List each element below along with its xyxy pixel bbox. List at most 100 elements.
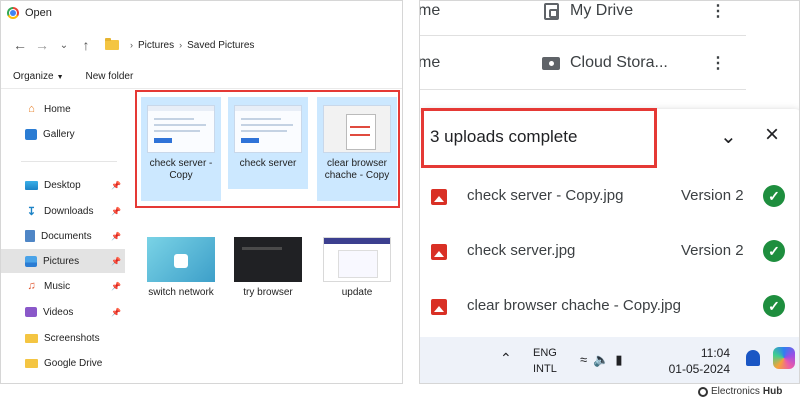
watermark-prefix: Electronics — [711, 386, 760, 397]
up-arrow-icon[interactable]: ↑ — [75, 34, 97, 56]
upload-version: Version 2 — [681, 187, 744, 204]
truncated-text: me — [419, 54, 441, 71]
download-icon: ↧ — [26, 205, 37, 218]
sidebar-item-google-drive[interactable]: Google Drive — [1, 351, 125, 375]
navigation-pane: ⌂ Home Gallery Desktop 📌 ↧ Downloads 📌 D… — [1, 93, 125, 383]
breadcrumb-separator-icon: › — [179, 40, 183, 50]
battery-icon: ▮ — [615, 352, 623, 367]
organize-button[interactable]: Organize ▼ — [13, 71, 64, 82]
cloud-storage-icon — [542, 54, 560, 72]
image-file-icon — [431, 299, 447, 315]
language-code: ENG — [533, 347, 557, 359]
dialog-titlebar: Open — [1, 1, 402, 25]
drive-row-cloud-storage[interactable]: me Cloud Stora... ⋮ — [420, 37, 799, 89]
pin-icon: 📌 — [111, 281, 121, 291]
my-drive-icon — [542, 2, 560, 20]
file-tile-update[interactable]: update — [317, 229, 397, 299]
copilot-icon[interactable] — [773, 347, 795, 369]
drive-row-label: Cloud Stora... — [570, 54, 668, 71]
sidebar-item-label: Home — [44, 103, 71, 115]
sidebar-item-label: Pictures — [43, 255, 80, 267]
sidebar-item-desktop[interactable]: Desktop 📌 — [1, 173, 125, 197]
notification-bell-icon[interactable] — [746, 350, 760, 366]
windows-taskbar: ⌃ ENG INTL ≈ 🔈 ▮ 11:04 01-05-2024 — [420, 337, 799, 383]
pin-icon: 📌 — [111, 231, 121, 241]
upload-version: Version 2 — [681, 242, 744, 259]
caret-down-icon: ▼ — [56, 74, 64, 81]
navigation-bar: ← → ⌄ ↑ › Pictures › Saved Pictures — [1, 29, 402, 61]
new-folder-button[interactable]: New folder — [86, 71, 134, 82]
documents-icon — [25, 230, 35, 242]
drive-row-label: My Drive — [570, 2, 634, 19]
selection-highlight-box — [135, 90, 400, 208]
image-file-icon — [431, 244, 447, 260]
folder-icon — [25, 358, 38, 368]
address-bar[interactable]: › Pictures › Saved Pictures — [105, 33, 402, 57]
image-file-icon — [431, 189, 447, 205]
truncated-text: me — [419, 2, 441, 19]
upload-file-name: check server - Copy.jpg — [467, 187, 624, 204]
pin-icon: 📌 — [111, 307, 121, 317]
sidebar-item-label: Documents — [41, 230, 92, 242]
pictures-icon — [25, 255, 37, 267]
sidebar-item-pictures[interactable]: Pictures 📌 — [1, 249, 125, 273]
upload-item[interactable]: check server.jpg Version 2 ✓ — [420, 224, 799, 279]
back-arrow-icon[interactable]: ← — [9, 34, 31, 56]
more-options-icon[interactable]: ⋮ — [710, 1, 726, 21]
file-tile-try-browser[interactable]: try browser — [228, 229, 308, 299]
sidebar-item-music[interactable]: ♫ Music 📌 — [1, 274, 125, 298]
pin-icon: 📌 — [111, 206, 121, 216]
wifi-icon: ≈ — [580, 352, 588, 367]
gallery-icon — [25, 128, 37, 140]
pin-icon: 📌 — [111, 180, 121, 190]
sidebar-item-label: Google Drive — [44, 357, 103, 369]
keyboard-layout: INTL — [533, 363, 557, 375]
input-language-indicator[interactable]: ENG INTL — [533, 345, 557, 377]
sidebar-item-downloads[interactable]: ↧ Downloads 📌 — [1, 199, 125, 223]
clock-time: 11:04 — [700, 346, 730, 360]
sidebar-item-gallery[interactable]: Gallery — [1, 122, 125, 146]
breadcrumb-saved-pictures[interactable]: Saved Pictures — [187, 40, 254, 51]
show-hidden-icons-chevron-up-icon[interactable]: ⌃ — [500, 350, 512, 367]
drive-row-my-drive[interactable]: me My Drive ⋮ — [419, 1, 799, 37]
sidebar-item-label: Music — [44, 280, 71, 292]
videos-icon — [25, 307, 37, 317]
pin-icon: 📌 — [111, 256, 121, 266]
sidebar-item-screenshots[interactable]: Screenshots — [1, 326, 125, 350]
upload-file-name: clear browser chache - Copy.jpg — [467, 297, 681, 314]
root: Open ← → ⌄ ↑ › Pictures › Saved Pictures… — [0, 0, 800, 400]
watermark: Electronics Hub — [698, 386, 782, 397]
check-circle-icon: ✓ — [763, 240, 785, 262]
breadcrumb-pictures[interactable]: Pictures — [138, 40, 174, 51]
breadcrumb-separator-icon: › — [130, 40, 133, 50]
sidebar-item-label: Videos — [43, 306, 74, 318]
close-icon[interactable]: × — [765, 121, 779, 149]
sidebar-item-videos[interactable]: Videos 📌 — [1, 300, 125, 324]
clock-date: 01-05-2024 — [668, 362, 730, 376]
folder-icon — [25, 333, 38, 343]
chevron-down-icon[interactable]: ⌄ — [720, 124, 737, 149]
sidebar-item-label: Gallery — [43, 128, 75, 140]
system-tray[interactable]: ≈ 🔈 ▮ — [580, 352, 622, 368]
upload-item[interactable]: check server - Copy.jpg Version 2 ✓ — [420, 169, 799, 224]
clock[interactable]: 11:04 01-05-2024 — [660, 345, 730, 377]
google-drive-window: me My Drive ⋮ me Cloud Stora... ⋮ 3 uplo… — [419, 0, 800, 384]
volume-icon: 🔈 — [593, 352, 610, 367]
upload-item[interactable]: clear browser chache - Copy.jpg ✓ — [420, 279, 799, 334]
sidebar-divider — [21, 161, 117, 162]
sidebar-item-home[interactable]: ⌂ Home — [1, 97, 125, 121]
sidebar-item-label: Downloads — [44, 205, 94, 217]
more-options-icon[interactable]: ⋮ — [710, 53, 726, 73]
recent-locations-chevron-icon[interactable]: ⌄ — [53, 34, 75, 56]
row-divider — [420, 35, 746, 36]
file-name: try browser — [243, 287, 293, 298]
home-icon: ⌂ — [28, 103, 35, 115]
organize-label: Organize — [13, 71, 54, 82]
sidebar-item-documents[interactable]: Documents 📌 — [1, 224, 125, 248]
forward-arrow-icon[interactable]: → — [31, 34, 53, 56]
image-thumbnail — [323, 237, 391, 282]
file-tile-switch-network[interactable]: switch network — [141, 229, 221, 299]
row-divider — [420, 89, 746, 90]
check-circle-icon: ✓ — [763, 185, 785, 207]
file-name: update — [341, 287, 373, 298]
